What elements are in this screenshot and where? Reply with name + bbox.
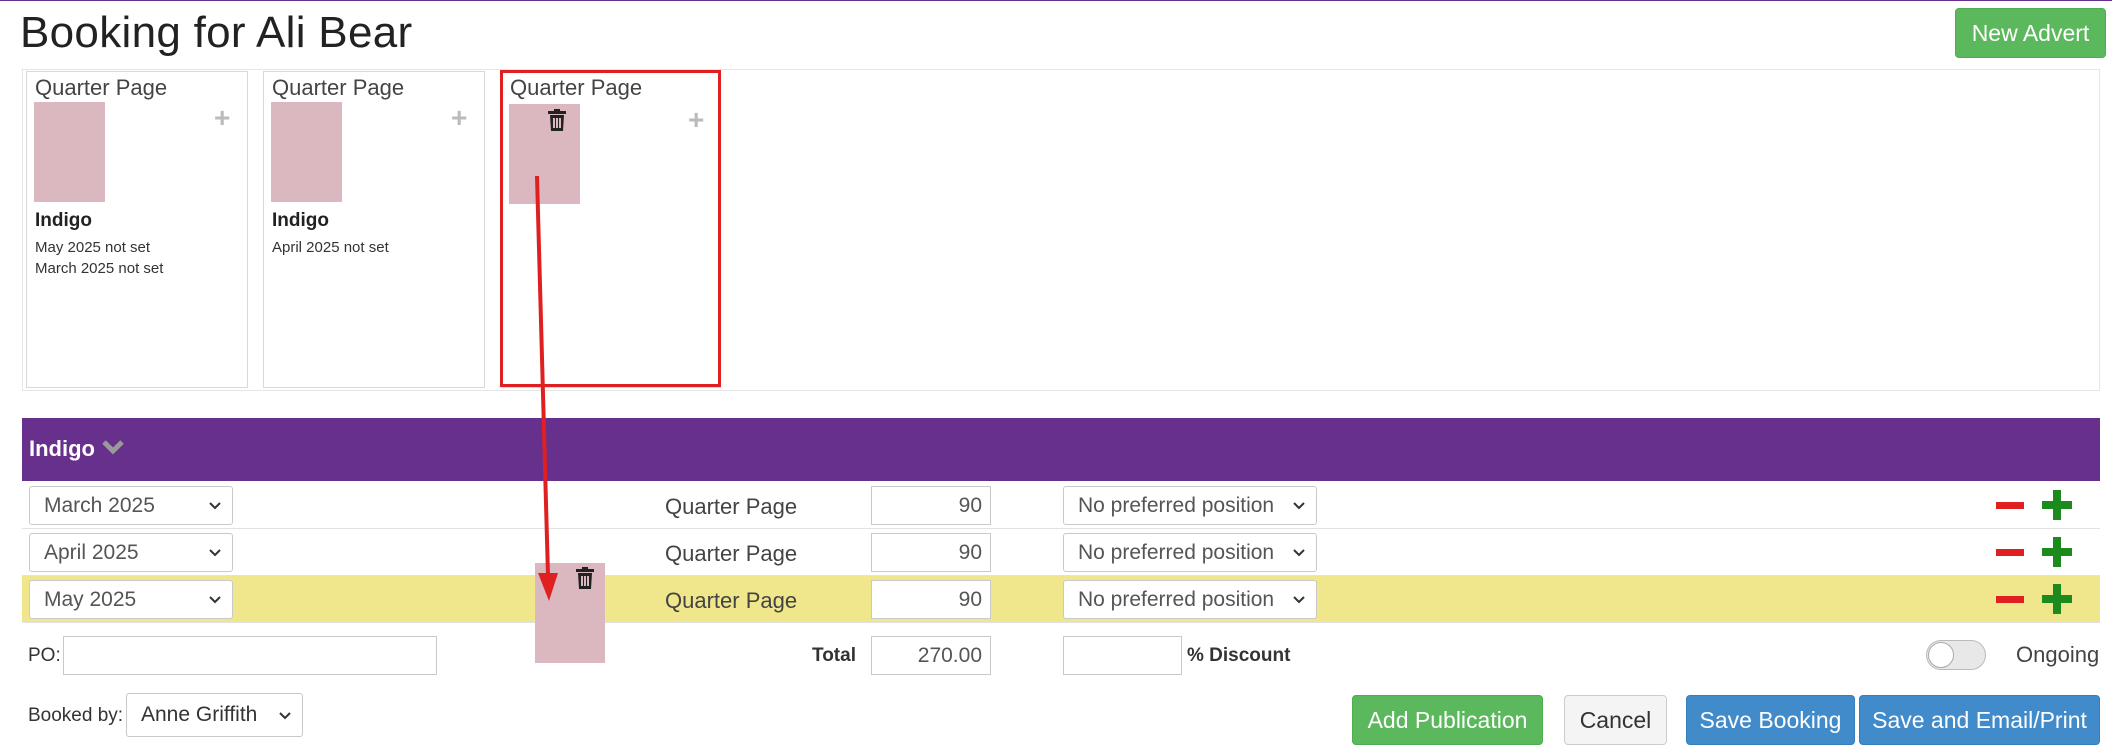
- save-email-print-button[interactable]: Save and Email/Print: [1859, 695, 2100, 745]
- ad-size: Quarter Page: [665, 588, 798, 613]
- issue-select[interactable]: May 2025: [29, 580, 233, 619]
- advert-card-publication: Indigo: [272, 210, 329, 231]
- discount-label: % Discount: [1187, 645, 1291, 666]
- advert-thumbnail[interactable]: [34, 102, 105, 202]
- advert-card-note: May 2025 not set: [35, 239, 151, 256]
- position-select[interactable]: No preferred position: [1063, 580, 1317, 619]
- new-advert-button[interactable]: New Advert: [1955, 8, 2106, 58]
- po-label: PO:: [28, 645, 61, 666]
- publication-header[interactable]: Indigo: [22, 418, 2100, 481]
- position-value: No preferred position: [1078, 493, 1275, 517]
- advert-card-note: March 2025 not set: [35, 260, 164, 277]
- price-input[interactable]: 90: [871, 486, 991, 525]
- save-booking-button[interactable]: Save Booking: [1686, 695, 1855, 745]
- position-select[interactable]: No preferred position: [1063, 486, 1317, 525]
- dragged-advert-thumbnail[interactable]: [535, 563, 605, 663]
- ongoing-label: Ongoing: [2016, 642, 2100, 667]
- highlight-box: [500, 70, 721, 387]
- trash-icon[interactable]: [575, 567, 595, 594]
- booked-by-value: Anne Griffith: [141, 703, 258, 726]
- plus-icon[interactable]: [2042, 537, 2072, 567]
- plus-icon[interactable]: +: [214, 104, 230, 132]
- advert-card[interactable]: Quarter Page + Indigo May 2025 not set M…: [26, 71, 248, 388]
- minus-icon[interactable]: [1996, 502, 2024, 509]
- booking-row: March 2025 Quarter Page 90 No preferred …: [22, 482, 2100, 529]
- booked-by-label: Booked by:: [28, 705, 124, 726]
- chevron-down-icon[interactable]: [102, 436, 124, 463]
- po-input[interactable]: [63, 636, 437, 675]
- issue-value: March 2025: [44, 493, 155, 517]
- advert-card-publication: Indigo: [35, 210, 92, 231]
- ongoing-toggle[interactable]: [1926, 640, 1986, 670]
- advert-card-note: April 2025 not set: [272, 239, 389, 256]
- issue-select[interactable]: March 2025: [29, 486, 233, 525]
- position-select[interactable]: No preferred position: [1063, 533, 1317, 572]
- toggle-knob: [1928, 642, 1954, 668]
- position-value: No preferred position: [1078, 587, 1275, 611]
- booking-row: May 2025 Quarter Page 90 No preferred po…: [22, 576, 2100, 623]
- advert-card-title: Quarter Page: [272, 75, 405, 100]
- minus-icon[interactable]: [1996, 549, 2024, 556]
- page-title: Booking for Ali Bear: [20, 8, 413, 57]
- advert-card-title: Quarter Page: [35, 75, 168, 100]
- discount-input[interactable]: [1063, 636, 1182, 675]
- issue-value: May 2025: [44, 587, 137, 611]
- total-value: 270.00: [871, 636, 991, 675]
- position-value: No preferred position: [1078, 540, 1275, 564]
- advert-card[interactable]: Quarter Page + Indigo April 2025 not set: [263, 71, 485, 388]
- minus-icon[interactable]: [1996, 596, 2024, 603]
- ad-size: Quarter Page: [665, 541, 798, 566]
- cancel-button[interactable]: Cancel: [1564, 695, 1667, 745]
- publication-name: Indigo: [29, 436, 95, 461]
- issue-select[interactable]: April 2025: [29, 533, 233, 572]
- ad-size: Quarter Page: [665, 494, 798, 519]
- price-input[interactable]: 90: [871, 533, 991, 572]
- total-label: Total: [812, 645, 856, 666]
- plus-icon[interactable]: [2042, 584, 2072, 614]
- plus-icon[interactable]: +: [451, 104, 467, 132]
- booked-by-select[interactable]: Anne Griffith: [126, 693, 303, 737]
- plus-icon[interactable]: [2042, 490, 2072, 520]
- advert-thumbnail[interactable]: [271, 102, 342, 202]
- price-input[interactable]: 90: [871, 580, 991, 619]
- advert-tray: Quarter Page + Indigo May 2025 not set M…: [22, 69, 2100, 391]
- booking-row: April 2025 Quarter Page 90 No preferred …: [22, 529, 2100, 576]
- issue-value: April 2025: [44, 540, 139, 564]
- add-publication-button[interactable]: Add Publication: [1352, 695, 1543, 745]
